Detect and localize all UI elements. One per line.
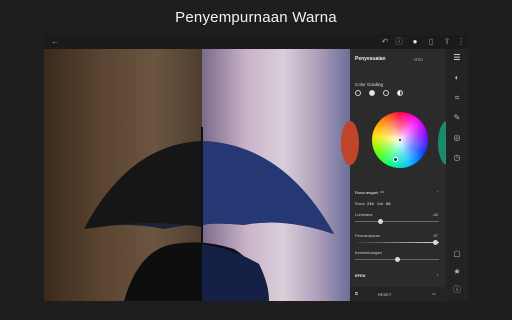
comment-icon[interactable]: ▢	[452, 249, 462, 259]
copy-settings-icon[interactable]: ▭	[432, 291, 436, 296]
undo-icon[interactable]: ↶	[380, 37, 390, 47]
blending-knob[interactable]	[433, 240, 438, 245]
section-title: Color Grading	[355, 82, 384, 87]
midtones-label: Rona tengah	[355, 190, 378, 195]
reset-button[interactable]: RESET	[378, 292, 391, 297]
panel-title: Penyesuaian	[355, 56, 386, 62]
info-rail-icon[interactable]: ⓘ	[452, 285, 462, 295]
grade-shadows-option[interactable]	[355, 90, 361, 96]
effects-section[interactable]: EFEK	[355, 273, 366, 278]
color-icon[interactable]: ◐	[452, 73, 462, 83]
info-filled-icon[interactable]: ●	[410, 37, 420, 47]
app-window: ← ↶ ⓘ ● ▯ ⇪ ⋮ Penyesuaian OTO Color Grad…	[44, 35, 468, 301]
compare-icon[interactable]: ▯	[426, 37, 436, 47]
presets-icon[interactable]: ⧉	[355, 291, 358, 296]
balance-label: Keseimbangan	[355, 250, 382, 255]
luminance-value: -40	[432, 212, 438, 217]
photo-canvas[interactable]	[44, 49, 350, 301]
info-icon[interactable]: ⓘ	[394, 37, 404, 47]
luminance-knob[interactable]	[378, 219, 383, 224]
hue-value: 245	[367, 201, 374, 206]
wheel-center-marker	[399, 139, 401, 141]
grade-highlights-option[interactable]	[383, 90, 389, 96]
crop-icon[interactable]: ⌗	[452, 93, 462, 103]
back-arrow-icon[interactable]: ←	[50, 37, 60, 47]
luminance-label: Luminans	[355, 212, 373, 217]
luminance-slider[interactable]	[355, 221, 439, 222]
prev-wheel-preview	[341, 121, 359, 165]
color-wheel[interactable]	[372, 112, 428, 168]
panel-bottom-bar: ⧉ RESET ▭	[350, 287, 446, 301]
blending-value: 57	[433, 233, 438, 238]
collapse-icon[interactable]: ‹	[437, 189, 438, 194]
sliders-icon[interactable]: ☰	[452, 53, 462, 63]
grade-global-option[interactable]	[397, 90, 403, 96]
grade-midtones-option[interactable]	[369, 90, 375, 96]
star-icon[interactable]: ★	[452, 267, 462, 277]
headline: Penyempurnaan Warna	[175, 8, 337, 26]
blending-label: Pencampuran	[355, 233, 380, 238]
hue-label: Rona	[355, 201, 365, 206]
balance-knob[interactable]	[395, 257, 400, 262]
vignette-icon[interactable]: ◎	[452, 133, 462, 143]
adjust-panel: Penyesuaian OTO Color Grading Rona tenga…	[341, 49, 456, 301]
right-tool-rail: ☰ ◐ ⌗ ✎ ◎ ◷ ▢ ★ ⓘ	[446, 49, 468, 301]
more-icon[interactable]: ⋮	[456, 37, 466, 47]
umbrella-illustration	[84, 127, 334, 301]
midtones-more-icon[interactable]: •••	[380, 189, 384, 194]
share-icon[interactable]: ⇪	[442, 37, 452, 47]
sat-value: 88	[386, 201, 391, 206]
sat-label: Sat	[377, 201, 384, 206]
brush-icon[interactable]: ✎	[452, 113, 462, 123]
history-icon[interactable]: ◷	[452, 153, 462, 163]
auto-button[interactable]: OTO	[414, 57, 423, 62]
wheel-handle[interactable]	[393, 157, 398, 162]
blending-slider[interactable]	[355, 242, 439, 243]
top-toolbar: ← ↶ ⓘ ● ▯ ⇪ ⋮	[44, 35, 468, 49]
effects-chevron-icon[interactable]: ‹	[437, 272, 438, 277]
